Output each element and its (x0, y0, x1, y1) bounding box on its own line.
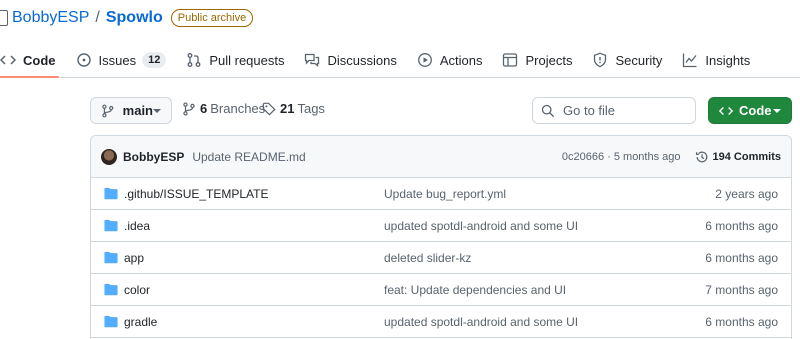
tab-projects[interactable]: Projects (493, 46, 581, 74)
code-button-label: Code (739, 103, 772, 118)
tab-label: Code (23, 52, 56, 68)
file-row: .idea updated spotdl-android and some UI… (91, 210, 791, 242)
branch-icon (102, 104, 114, 117)
file-commit-message-link[interactable]: updated spotdl-android and some UI (384, 219, 578, 233)
branch-select-button[interactable]: main (90, 97, 172, 124)
code-icon (719, 106, 733, 115)
tab-issues[interactable]: Issues 12 (67, 46, 176, 74)
tab-label: Insights (705, 52, 751, 68)
archive-badge: Public archive (170, 9, 254, 27)
file-table: BobbyESP Update README.md 0c20666 · 5 mo… (90, 135, 792, 339)
branches-link[interactable]: 6 Branches (182, 101, 265, 116)
code-dropdown-button[interactable]: Code (708, 97, 792, 124)
chevron-down-icon (153, 108, 161, 113)
file-row: gradle updated spotdl-android and some U… (91, 306, 791, 338)
file-updated-time: 6 months ago (705, 251, 778, 265)
file-updated-time: 2 years ago (715, 187, 778, 201)
folder-icon (104, 251, 118, 264)
file-name-link[interactable]: gradle (124, 315, 157, 329)
file-name-link[interactable]: color (124, 283, 150, 297)
file-name-link[interactable]: .github/ISSUE_TEMPLATE (124, 187, 269, 201)
file-updated-time: 6 months ago (705, 219, 778, 233)
discussions-icon (305, 53, 320, 67)
file-row: color feat: Update dependencies and UI 7… (91, 274, 791, 306)
shield-icon (594, 52, 607, 68)
tab-label: Discussions (327, 52, 397, 68)
repo-name-link[interactable]: Spowlo (106, 9, 163, 27)
tab-label: Security (615, 52, 663, 68)
tab-label: Projects (525, 52, 573, 68)
tags-count: 21 (280, 101, 295, 116)
repo-icon (0, 10, 8, 26)
folder-icon (104, 219, 118, 232)
graph-icon (683, 53, 697, 68)
tab-security[interactable]: Security (583, 46, 671, 74)
file-commit-message-link[interactable]: Update bug_report.yml (384, 187, 506, 201)
repo-owner-link[interactable]: BobbyESP (12, 9, 89, 27)
commit-hash-and-time[interactable]: 0c20666 · 5 months ago (562, 151, 681, 163)
file-name-link[interactable]: app (124, 251, 144, 265)
search-icon (541, 104, 555, 117)
folder-icon (104, 315, 118, 328)
file-row: app deleted slider-kz 6 months ago (91, 242, 791, 274)
tag-icon (262, 102, 276, 116)
repo-nav-tabs: Code Issues 12 Pull requests Discussions… (0, 46, 761, 78)
tab-label: Pull requests (209, 52, 285, 68)
play-icon (417, 53, 432, 67)
file-row: .github/ISSUE_TEMPLATE Update bug_report… (91, 178, 791, 210)
branches-label: Branches (210, 101, 266, 116)
tab-label: Issues (98, 52, 137, 68)
branch-icon (183, 101, 195, 116)
commit-author-link[interactable]: BobbyESP (123, 150, 184, 164)
tab-pull-requests[interactable]: Pull requests (177, 46, 293, 74)
commit-message-link[interactable]: Update README.md (192, 150, 305, 164)
commits-history-link[interactable]: 194 Commits (695, 150, 781, 164)
latest-commit-bar: BobbyESP Update README.md 0c20666 · 5 mo… (91, 136, 791, 178)
repo-toolbar: main 6 Branches 21 Tags Code (90, 97, 792, 125)
commits-count: 194 Commits (712, 150, 781, 163)
tab-label: Actions (439, 52, 483, 68)
folder-icon (104, 283, 118, 296)
issues-count-badge: 12 (142, 52, 167, 68)
go-to-file-search[interactable] (532, 97, 696, 124)
tags-label: Tags (297, 101, 325, 116)
tab-discussions[interactable]: Discussions (295, 46, 405, 74)
avatar[interactable] (101, 148, 117, 165)
repo-header: BobbyESP / Spowlo Public archive Code Is… (0, 0, 800, 78)
tab-code[interactable]: Code (0, 46, 65, 78)
chevron-down-icon (773, 108, 781, 113)
history-icon (695, 151, 707, 162)
issue-icon (76, 53, 91, 67)
table-icon (503, 53, 518, 67)
pull-request-icon (187, 53, 201, 67)
tab-insights[interactable]: Insights (673, 46, 759, 74)
repo-title: BobbyESP / Spowlo Public archive (0, 7, 254, 29)
tab-actions[interactable]: Actions (408, 46, 492, 74)
branch-name: main (122, 103, 153, 118)
code-icon (0, 55, 16, 65)
file-commit-message-link[interactable]: deleted slider-kz (384, 251, 471, 265)
branches-count: 6 (200, 101, 208, 116)
file-commit-message-link[interactable]: updated spotdl-android and some UI (384, 315, 578, 329)
folder-icon (104, 187, 118, 200)
file-updated-time: 7 months ago (705, 283, 778, 297)
path-separator: / (95, 9, 100, 26)
file-name-link[interactable]: .idea (124, 219, 150, 233)
go-to-file-input[interactable] (563, 103, 683, 118)
file-updated-time: 6 months ago (705, 315, 778, 329)
file-commit-message-link[interactable]: feat: Update dependencies and UI (384, 283, 566, 297)
tags-link[interactable]: 21 Tags (262, 101, 325, 116)
